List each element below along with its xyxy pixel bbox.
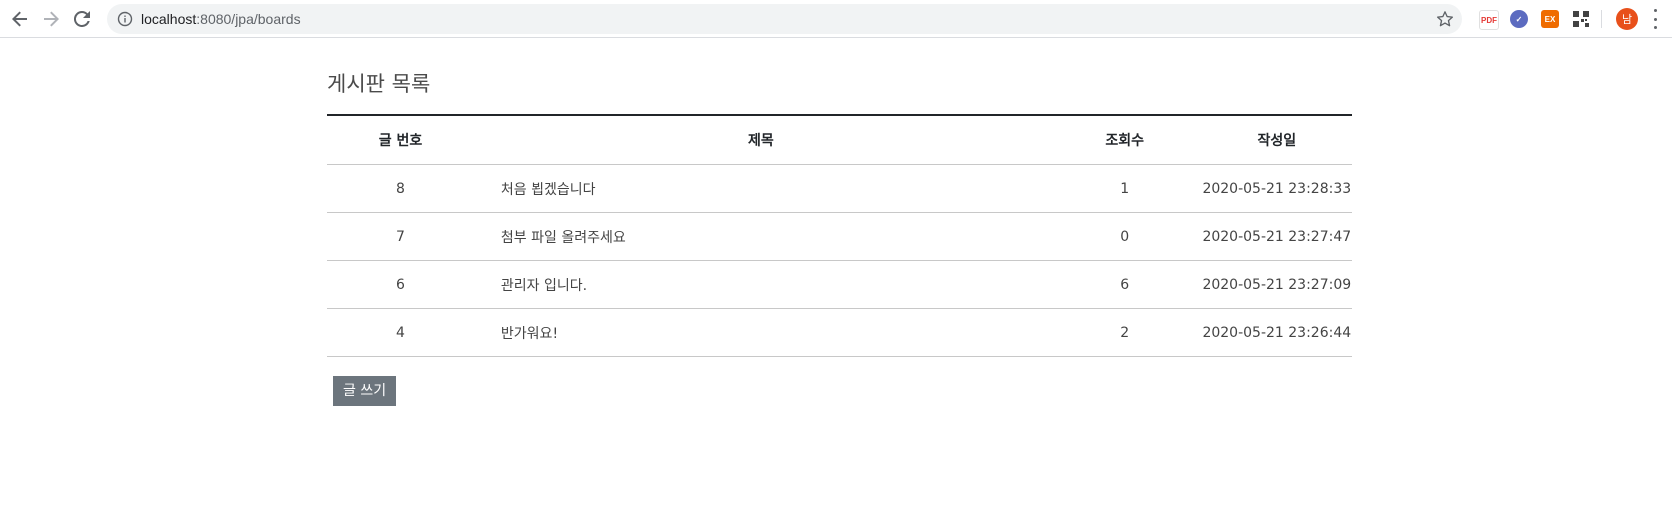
cell-views: 1 [1047, 164, 1202, 213]
address-bar[interactable]: localhost:8080/jpa/boards [107, 4, 1462, 34]
header-title: 제목 [473, 115, 1048, 165]
cell-title: 처음 뵙겠습니다 [473, 164, 1048, 213]
url-text: localhost:8080/jpa/boards [141, 4, 301, 34]
arrow-right-icon [44, 11, 59, 27]
table-row: 7 첨부 파일 올려주세요 0 2020-05-21 23:27:47 [327, 212, 1352, 261]
table-row: 6 관리자 입니다. 6 2020-05-21 23:27:09 [327, 260, 1352, 309]
reload-button[interactable] [71, 8, 93, 30]
table-row: 4 반가워요! 2 2020-05-21 23:26:44 [327, 308, 1352, 357]
post-title-link[interactable]: 첨부 파일 올려주세요 [501, 230, 626, 246]
cell-title: 첨부 파일 올려주세요 [473, 212, 1048, 261]
reload-icon [74, 11, 90, 27]
check-extension-icon[interactable]: ✓ [1510, 10, 1528, 28]
board-table: 글 번호 제목 조회수 작성일 8 처음 뵙겠습니다 1 2020-05-21 … [327, 114, 1352, 357]
board-list-container: 게시판 목록 글 번호 제목 조회수 작성일 8 처음 뵙겠습니다 1 2020… [327, 60, 1352, 406]
cell-views: 2 [1047, 308, 1202, 357]
toolbar-divider [1601, 10, 1602, 28]
cell-title: 관리자 입니다. [473, 260, 1048, 309]
info-icon[interactable] [117, 11, 133, 27]
cell-no: 8 [327, 164, 474, 213]
back-button[interactable] [9, 8, 31, 30]
page-title: 게시판 목록 [327, 72, 431, 96]
url-path: :8080/jpa/boards [196, 11, 301, 27]
table-row: 8 처음 뵙겠습니다 1 2020-05-21 23:28:33 [327, 164, 1352, 213]
cell-no: 7 [327, 212, 474, 261]
bookmark-star-icon[interactable] [1436, 10, 1454, 28]
cell-date: 2020-05-21 23:28:33 [1201, 164, 1352, 213]
cell-date: 2020-05-21 23:26:44 [1201, 308, 1352, 357]
cell-no: 6 [327, 260, 474, 309]
browser-toolbar: localhost:8080/jpa/boards PDF ✓ EX 남 [0, 0, 1672, 38]
qr-code-icon [1573, 11, 1589, 27]
write-post-button[interactable]: 글 쓰기 [333, 376, 397, 406]
cell-date: 2020-05-21 23:27:47 [1201, 212, 1352, 261]
table-header-row: 글 번호 제목 조회수 작성일 [327, 115, 1352, 165]
header-no: 글 번호 [327, 115, 474, 165]
cell-no: 4 [327, 308, 474, 357]
cell-date: 2020-05-21 23:27:09 [1201, 260, 1352, 309]
cell-views: 6 [1047, 260, 1202, 309]
qr-extension-icon[interactable] [1572, 10, 1590, 28]
header-views: 조회수 [1047, 115, 1202, 165]
post-title-link[interactable]: 관리자 입니다. [501, 278, 587, 294]
forward-button[interactable] [40, 8, 62, 30]
cell-views: 0 [1047, 212, 1202, 261]
pdf-extension-icon[interactable]: PDF [1479, 10, 1499, 30]
browser-menu-icon[interactable] [1652, 9, 1658, 29]
url-host: localhost [141, 11, 197, 27]
profile-avatar[interactable]: 남 [1616, 8, 1638, 30]
post-title-link[interactable]: 반가워요! [501, 326, 558, 342]
ex-extension-icon[interactable]: EX [1541, 10, 1559, 28]
cell-title: 반가워요! [473, 308, 1048, 357]
header-date: 작성일 [1201, 115, 1352, 165]
arrow-left-icon [12, 11, 27, 27]
post-title-link[interactable]: 처음 뵙겠습니다 [501, 182, 596, 198]
